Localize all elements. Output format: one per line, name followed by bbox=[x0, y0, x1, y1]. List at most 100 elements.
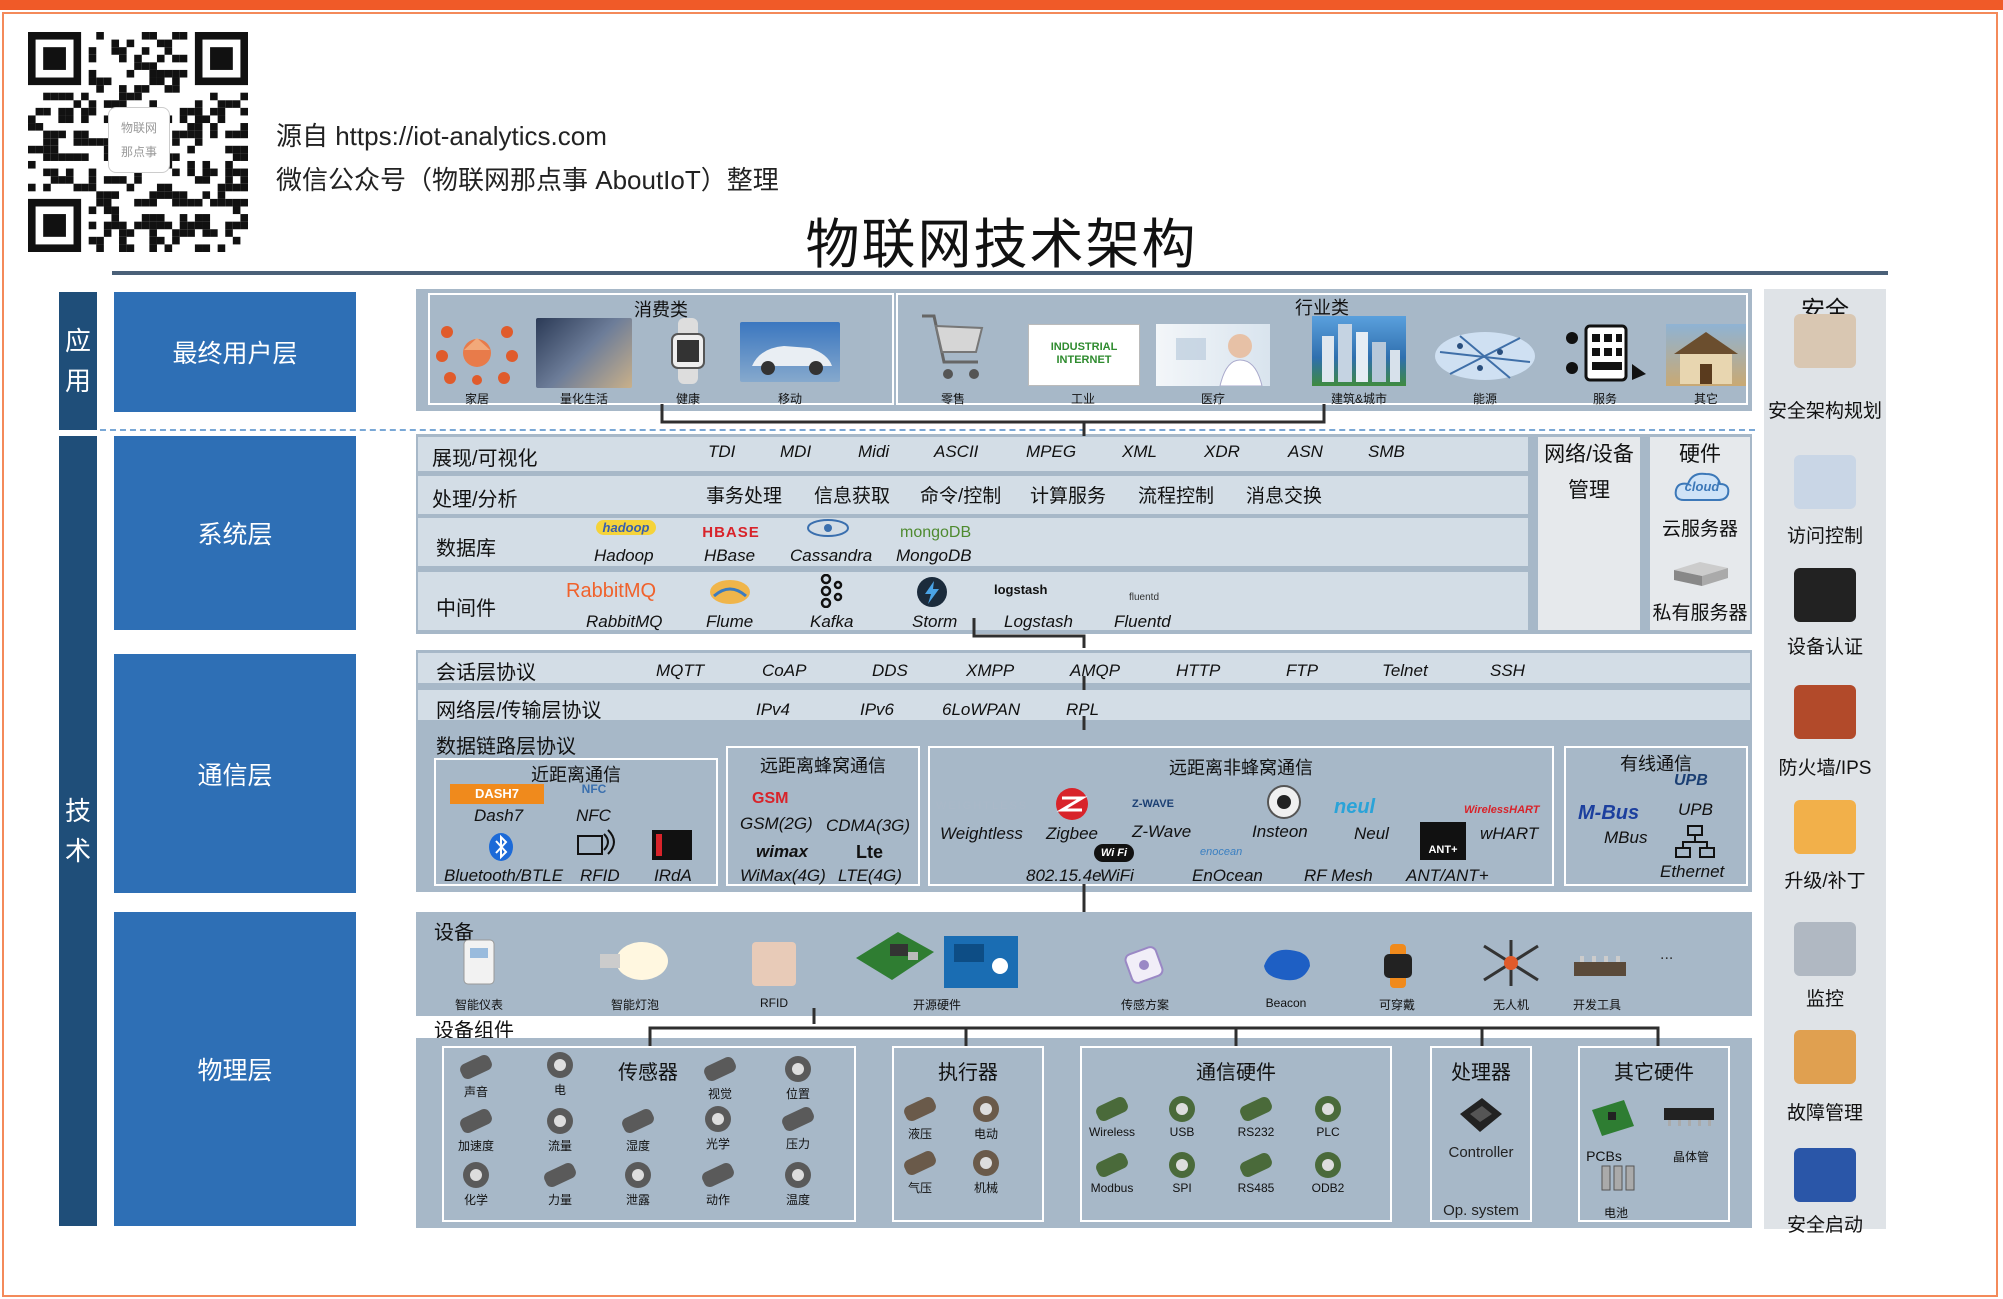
rfid-chip-icon bbox=[752, 942, 796, 986]
irda-logo-icon bbox=[652, 830, 692, 860]
whart-logo-icon: WirelessHART bbox=[1464, 804, 1540, 816]
flume-logo-icon bbox=[706, 574, 754, 608]
layer-system: 系统层 bbox=[114, 436, 356, 630]
sensor-icon bbox=[618, 1106, 658, 1136]
viz-item: XDR bbox=[1204, 442, 1240, 461]
sensor-solution-icon bbox=[1122, 946, 1166, 984]
noncellular-item: 802.15.4e bbox=[1026, 866, 1102, 885]
cellular-item: GSM(2G) bbox=[740, 814, 813, 833]
security-item-label: 安全架构规划 bbox=[1767, 401, 1882, 422]
car-mobile-icon bbox=[740, 322, 840, 382]
wearable-icon bbox=[1380, 944, 1416, 988]
row-label-processing: 处理/分析 bbox=[432, 489, 518, 511]
sensor-label: 力量 bbox=[547, 1193, 572, 1207]
row-label-network: 网络层/传输层协议 bbox=[436, 700, 602, 722]
gsm-logo-icon: GSM bbox=[752, 790, 789, 807]
comm-hardware-icon bbox=[1092, 1094, 1132, 1124]
sensors-header: 传感器 bbox=[618, 1062, 678, 1084]
storm-logo-icon bbox=[916, 576, 948, 608]
comm-hardware-label: SPI bbox=[1172, 1181, 1192, 1195]
comm-hardware-icon bbox=[1236, 1094, 1276, 1124]
session-protocol: FTP bbox=[1286, 661, 1319, 680]
process-item: 计算服务 bbox=[1030, 486, 1107, 507]
noncellular-item: RF Mesh bbox=[1304, 866, 1373, 885]
app-tech-divider bbox=[100, 429, 1755, 431]
security-item-2-icon bbox=[1794, 455, 1856, 509]
ant-logo-text: ANT+ bbox=[1428, 844, 1458, 856]
database-item: HBase bbox=[704, 546, 756, 565]
device-label: 开源硬件 bbox=[912, 998, 961, 1012]
cellular-item: CDMA(3G) bbox=[826, 816, 911, 835]
dev-tools-icon bbox=[1570, 950, 1630, 986]
hardware-item: 云服务器 bbox=[1661, 519, 1738, 540]
mbus-logo-icon: M-Bus bbox=[1578, 802, 1640, 824]
comm-hardware-icon bbox=[1308, 1094, 1348, 1124]
device-label: 开发工具 bbox=[1572, 998, 1621, 1012]
other-hw-item: 晶体管 bbox=[1672, 1150, 1709, 1164]
comm-hardware-icon bbox=[1162, 1094, 1202, 1124]
sensor-icon bbox=[456, 1106, 496, 1136]
session-protocol: MQTT bbox=[656, 661, 705, 680]
cloud-icon: cloud bbox=[1672, 470, 1732, 506]
smart-bulb-icon bbox=[596, 940, 670, 982]
side-bar-technology-char-2: 术 bbox=[64, 836, 91, 866]
middleware-item: Storm bbox=[912, 612, 958, 631]
sensor-label: 化学 bbox=[463, 1193, 488, 1207]
actuators-header: 执行器 bbox=[938, 1062, 998, 1084]
rabbitmq-logo-icon: RabbitMQ bbox=[566, 580, 657, 602]
middleware-item: Flume bbox=[706, 612, 754, 631]
sensor-label: 流量 bbox=[547, 1139, 572, 1153]
drone-icon bbox=[1476, 936, 1546, 990]
security-item-label: 防火墙/IPS bbox=[1778, 758, 1872, 779]
side-bar-technology: 技 术 bbox=[59, 436, 97, 1226]
hardware-header: 硬件 bbox=[1679, 443, 1721, 466]
devices-more-ellipsis: ... bbox=[1660, 946, 1674, 963]
mongodb-logo-icon: mongoDB bbox=[900, 524, 972, 541]
sensor-icon bbox=[778, 1160, 818, 1190]
consumer-item-label: 量化生活 bbox=[559, 392, 608, 406]
sensor-label: 位置 bbox=[785, 1087, 810, 1101]
private-server-icon bbox=[1670, 558, 1732, 588]
industry-item-label: 零售 bbox=[940, 392, 965, 406]
processor-header: 处理器 bbox=[1451, 1062, 1511, 1084]
industry-item-label: 工业 bbox=[1070, 392, 1095, 406]
consumer-item-label: 家居 bbox=[464, 392, 489, 406]
wifi-logo-icon: Wi Fi bbox=[1094, 844, 1134, 862]
hadoop-logo-icon: hadoop bbox=[596, 520, 656, 535]
comm-hardware-label: RS232 bbox=[1237, 1125, 1275, 1139]
row-label-visualization: 展现/可视化 bbox=[432, 448, 538, 470]
medical-doctor-icon bbox=[1156, 324, 1270, 387]
raspberry-board-icon bbox=[852, 922, 938, 992]
logstash-logo-icon: logstash bbox=[994, 582, 1048, 597]
source-line: 源自 https://iot-analytics.com bbox=[276, 121, 607, 151]
processor-chip-icon bbox=[1456, 1092, 1506, 1138]
wechat-line: 微信公众号（物联网那点事 AboutIoT）整理 bbox=[276, 165, 779, 195]
short-range-item: IRdA bbox=[654, 866, 692, 885]
sensor-icon bbox=[698, 1104, 738, 1134]
device-label: 传感方案 bbox=[1120, 998, 1169, 1012]
sensor-label: 动作 bbox=[705, 1193, 730, 1207]
sensor-icon bbox=[700, 1054, 740, 1084]
device-label: 无人机 bbox=[1492, 998, 1529, 1012]
processor-item: Op. system bbox=[1443, 1202, 1519, 1219]
sensor-icon bbox=[698, 1160, 738, 1190]
actuator-icon bbox=[966, 1148, 1006, 1178]
device-label: 智能灯泡 bbox=[610, 998, 659, 1012]
industrial-internet-sign-icon: INDUSTRIAL INTERNET bbox=[1028, 324, 1140, 386]
enocean-logo-icon: enocean bbox=[1200, 846, 1243, 858]
session-protocol: XMPP bbox=[966, 661, 1015, 680]
transistor-icon bbox=[1660, 1100, 1718, 1128]
comm-hardware-icon bbox=[1308, 1150, 1348, 1180]
sensor-label: 光学 bbox=[705, 1137, 730, 1151]
layer-communication: 通信层 bbox=[114, 654, 356, 893]
sensor-label: 压力 bbox=[785, 1137, 810, 1151]
noncellular-item: Z-Wave bbox=[1132, 822, 1192, 841]
sensor-icon bbox=[778, 1054, 818, 1084]
qr-center-badge: 物联网 那点事 bbox=[108, 107, 170, 173]
row-label-database: 数据库 bbox=[436, 538, 496, 560]
noncellular-item: Zigbee bbox=[1046, 824, 1098, 843]
consumer-item-label: 健康 bbox=[675, 392, 700, 406]
short-range-item: RFID bbox=[580, 866, 620, 885]
comm-hardware-label: USB bbox=[1169, 1125, 1195, 1139]
sensor-label: 湿度 bbox=[625, 1139, 650, 1153]
